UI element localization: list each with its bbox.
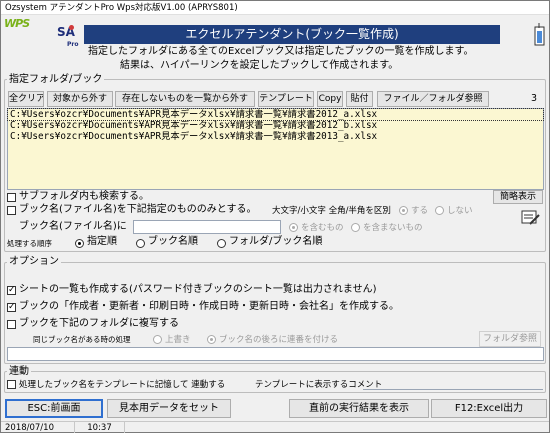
previous-result-button[interactable]: 直前の実行結果を表示 (289, 399, 429, 418)
copy-folder-input[interactable] (7, 347, 544, 361)
overwrite-radio[interactable] (153, 335, 162, 344)
brief-display-button[interactable]: 簡略表示 (493, 190, 543, 204)
app-window: Ozsystem アテンダントPro Wps対応版V1.00 (APRYS801… (0, 0, 550, 433)
overwrite-label: 上書き (165, 335, 191, 345)
case-yes-radio[interactable] (399, 206, 408, 215)
clear-all-button[interactable]: 全クリア (8, 91, 44, 107)
subfolder-checkbox[interactable] (7, 193, 16, 202)
case-no-label: しない (447, 206, 473, 216)
copy-books-label: ブックを下記のフォルダに複写する (19, 318, 179, 329)
page-title-banner: エクセルアテンダント(ブック一覧作成) (84, 25, 500, 44)
serial-label: ブック名の後ろに連番を付ける (219, 335, 339, 345)
bookname-filter-label: ブック名(ファイル名)を下記指定のもののみとする。 (19, 204, 257, 215)
order-specified-label: 指定順 (87, 236, 117, 247)
sheet-list-checkbox[interactable] (7, 284, 16, 296)
link-label: 処理したブック名をテンプレートに記憶して 連動する (19, 380, 226, 390)
not-contains-radio[interactable] (351, 223, 360, 232)
serial-radio[interactable] (207, 335, 216, 344)
link-group-title: 連動 (7, 366, 31, 377)
bookname-filter-checkbox[interactable] (7, 206, 16, 215)
description-line2: 結果は、ハイパーリンクを設定したブックして作成されます。 (120, 60, 399, 71)
description: 指定したフォルダにある全てのExcelブック又は指定したブックの一覧を作成します… (84, 45, 534, 73)
comment-input[interactable] (363, 377, 543, 390)
window-title: Ozsystem アテンダントPro Wps対応版V1.00 (APRYS801… (1, 1, 549, 15)
case-yes-label: する (411, 206, 429, 216)
book-props-checkbox[interactable] (7, 301, 16, 313)
bookname-input[interactable] (133, 220, 281, 234)
paste-button[interactable]: 貼付 (346, 91, 373, 107)
order-folder-label: フォルダ/ブック名順 (229, 236, 323, 247)
order-folder-radio[interactable] (217, 239, 226, 248)
sample-data-button[interactable]: 見本用データをセット (107, 399, 231, 418)
esc-back-button[interactable]: ESC:前画面 (5, 399, 103, 418)
logo-dot-icon (69, 25, 74, 30)
copy-books-checkbox[interactable] (7, 320, 16, 329)
order-specified-radio[interactable] (75, 239, 84, 248)
status-date: 2018/07/10 (1, 422, 75, 433)
folder-book-group-title: 指定フォルダ/ブック (7, 74, 105, 85)
order-bookname-label: ブック名順 (148, 236, 198, 247)
exit-door-icon[interactable] (533, 23, 547, 47)
options-group-title: オプション (7, 256, 61, 267)
case-sensitive-label: 大文字/小文字 全角/半角を区別 (272, 206, 391, 216)
order-bookname-radio[interactable] (136, 239, 145, 248)
exclude-button[interactable]: 対象から外す (47, 91, 113, 107)
sheet-list-label: シートの一覧も作成する(パスワード付きブックのシート一覧は出力されません) (19, 284, 377, 295)
subfolder-label: サブフォルダ内も検索する。 (19, 191, 149, 202)
sa-pro-logo: SA Pro (57, 25, 79, 51)
file-list[interactable]: C:¥Users¥ozcr¥Documents¥APR見本データxlsx¥請求書… (7, 108, 544, 190)
bookname-input-label: ブック名(ファイル名)に (19, 221, 127, 232)
same-name-label: 同じブック名がある時の処理 (33, 335, 131, 344)
list-item[interactable]: C:¥Users¥ozcr¥Documents¥APR見本データxlsx¥請求書… (8, 120, 543, 131)
contains-label: を含むもの (301, 223, 344, 233)
logo-pro-text: Pro (67, 41, 79, 48)
excel-output-button[interactable]: F12:Excel出力 (431, 399, 547, 418)
copy-button[interactable]: Copy (317, 91, 343, 107)
wps-logo: WPS (4, 17, 30, 30)
file-count: 3 (531, 93, 538, 104)
link-checkbox[interactable] (7, 380, 16, 389)
note-edit-icon[interactable] (521, 209, 541, 227)
not-contains-label: を含まないもの (363, 223, 423, 233)
folder-ref-button[interactable]: フォルダ参照 (479, 331, 541, 347)
browse-button[interactable]: ファイル／フォルダ参照 (377, 91, 489, 107)
template-button[interactable]: テンプレート (258, 91, 314, 107)
exclude-missing-button[interactable]: 存在しないものを一覧から外す (115, 91, 255, 107)
book-props-label: ブックの「作成者・更新者・印刷日時・作成日時・更新日時・会社名」を作成する。 (19, 301, 399, 312)
contains-radio[interactable] (289, 223, 298, 232)
description-line1: 指定したフォルダにある全てのExcelブック又は指定したブックの一覧を作成します… (88, 46, 474, 57)
status-bar: 2018/07/10 10:37 (1, 421, 549, 433)
status-time: 10:37 (75, 422, 125, 433)
order-label: 処理する順序 (7, 239, 52, 248)
list-item[interactable]: C:¥Users¥ozcr¥Documents¥APR見本データxlsx¥請求書… (8, 131, 543, 142)
case-no-radio[interactable] (435, 206, 444, 215)
list-item[interactable]: C:¥Users¥ozcr¥Documents¥APR見本データxlsx¥請求書… (7, 108, 544, 121)
